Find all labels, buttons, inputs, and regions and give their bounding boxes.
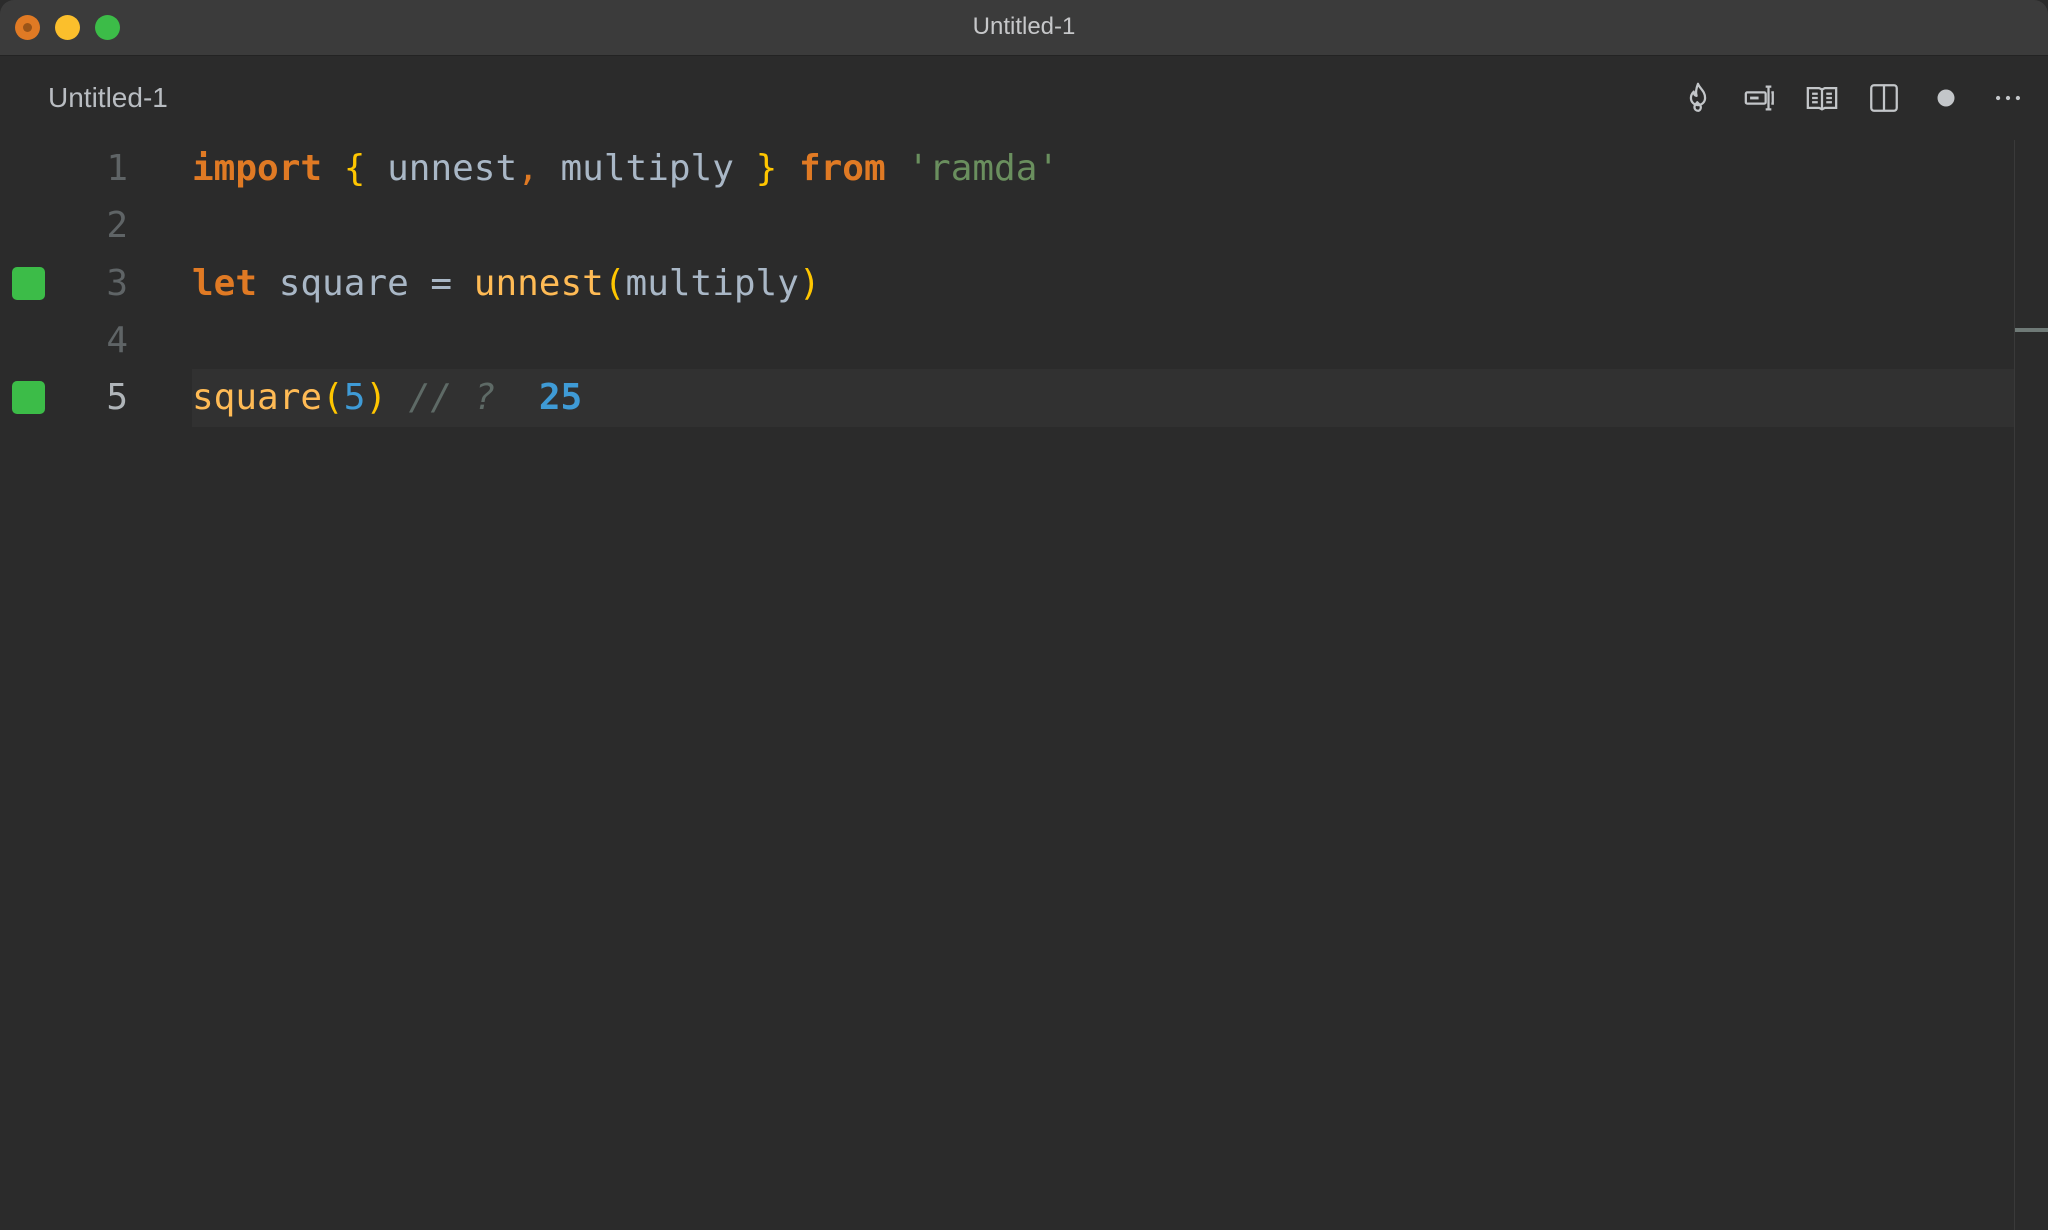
window-title: Untitled-1 (972, 13, 1076, 40)
line-number: 1 (106, 148, 128, 189)
more-actions-icon (1995, 95, 2021, 101)
split-editor-button[interactable] (1864, 78, 1904, 118)
flame-button[interactable] (1678, 78, 1718, 118)
code-editor[interactable]: 1 import { unnest, multiply } from 'ramda… (0, 140, 2016, 1230)
inline-input-button[interactable] (1740, 78, 1780, 118)
coverage-marker[interactable] (12, 381, 45, 414)
code-token: let (192, 263, 258, 304)
code-token: multiply (538, 148, 756, 189)
editor-toolbar (1678, 78, 2028, 118)
code-token: unnest (473, 263, 604, 304)
unsaved-dot-icon (1937, 89, 1955, 107)
code-token: multiply (625, 263, 799, 304)
open-preview-button[interactable] (1802, 78, 1842, 118)
code-line[interactable]: square(5) // ? 25 (192, 369, 582, 427)
split-editor-icon (1870, 84, 1898, 112)
code-token: { (343, 148, 366, 189)
scrollbar-cursor-marker (2015, 328, 2048, 332)
line-number: 4 (106, 320, 128, 361)
code-token: from (798, 148, 886, 189)
code-line[interactable]: let square = unnest(multiply) (192, 255, 821, 313)
code-token: import (192, 148, 323, 189)
tab-untitled-1[interactable]: Untitled-1 (48, 82, 168, 114)
code-token: ( (322, 377, 344, 418)
code-token: , (517, 148, 539, 189)
title-bar: Untitled-1 (0, 0, 2048, 56)
line-number: 5 (106, 377, 128, 418)
code-token: square (192, 377, 323, 418)
code-token: } (755, 148, 778, 189)
book-icon (1806, 86, 1838, 111)
code-token: ) (365, 377, 388, 418)
coverage-marker[interactable] (12, 267, 45, 300)
line-number: 2 (106, 205, 128, 246)
inline-input-icon (1744, 85, 1774, 111)
code-line[interactable]: import { unnest, multiply } from 'ramda' (192, 140, 1059, 198)
code-token: ) (798, 263, 821, 304)
vertical-scrollbar[interactable] (2014, 140, 2048, 1230)
code-token: square = (257, 263, 474, 304)
code-token: ( (603, 263, 626, 304)
inline-result: 25 (538, 377, 583, 418)
more-actions-button[interactable] (1988, 78, 2028, 118)
live-comment: // ? (408, 377, 496, 418)
unsaved-indicator-button[interactable] (1926, 78, 1966, 118)
code-token: unnest (365, 148, 518, 189)
line-number: 3 (106, 263, 128, 304)
code-token: 5 (343, 377, 366, 418)
editor-window: Untitled-1 Untitled-1 1 import {unnest,… (0, 0, 2048, 1230)
code-token: 'ramda' (907, 148, 1060, 189)
editor-tab-bar: Untitled-1 (0, 56, 2048, 140)
flame-icon (1689, 82, 1707, 112)
